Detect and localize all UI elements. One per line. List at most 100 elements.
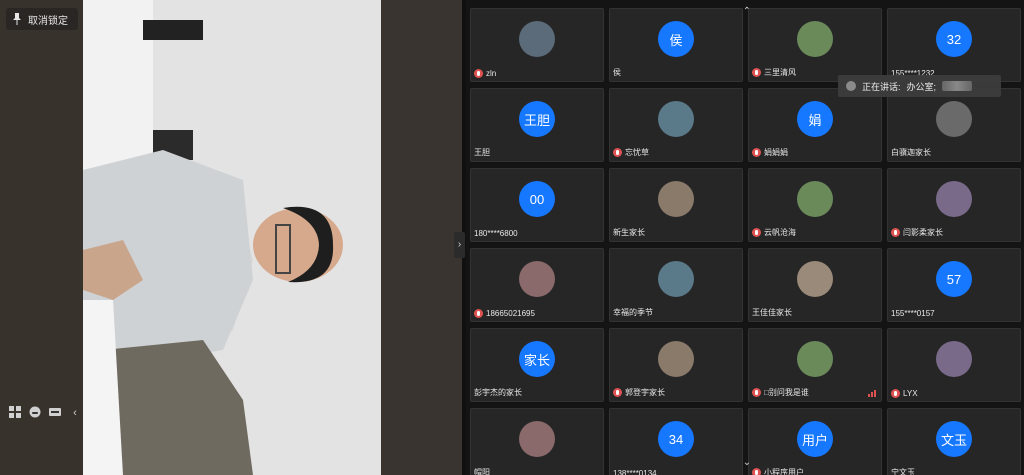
- participant-avatar: [936, 101, 972, 137]
- participant-name-row: 155****0157: [891, 309, 935, 318]
- participant-tile[interactable]: 32 155****1232: [887, 8, 1021, 82]
- scroll-down-icon[interactable]: ⌄: [738, 457, 756, 469]
- meeting-window: 取消锁定 ‹ › ⌃ zln 侯侯三里清风 32 155****1232 王胆 王胆 忘忧草…: [0, 0, 1024, 475]
- collapse-panel-button[interactable]: ›: [454, 232, 465, 258]
- participant-name-row: zln: [474, 69, 496, 78]
- participant-name: 闫影柔家长: [903, 228, 943, 237]
- mic-icon: [752, 388, 761, 397]
- participant-tile[interactable]: 用户小程序用户: [748, 408, 882, 475]
- speaking-indicator: 正在讲话: 办公室;: [838, 75, 1001, 97]
- pin-icon: [12, 13, 22, 25]
- participant-avatar: [519, 261, 555, 297]
- participant-name-row: 闫影柔家长: [891, 227, 943, 238]
- participant-tile[interactable]: 帽阳: [470, 408, 604, 475]
- participant-name: 王胆: [474, 148, 490, 157]
- participant-name: 宁文玉: [891, 468, 915, 475]
- participant-name-row: 180****6800: [474, 229, 518, 238]
- participant-gallery: ⌃ zln 侯侯三里清风 32 155****1232 王胆 王胆 忘忧草娟娟娟娟 白骥迦家长…: [466, 0, 1024, 475]
- participant-tile[interactable]: 34 138****0134: [609, 408, 743, 475]
- participant-name-row: 幸福的季节: [613, 307, 653, 318]
- participant-tile[interactable]: 郭登宇家长: [609, 328, 743, 402]
- participant-tile[interactable]: 18665021695: [470, 248, 604, 322]
- participant-tile[interactable]: □别问我是谁: [748, 328, 882, 402]
- participant-name-row: 彭宇杰的家长: [474, 387, 522, 398]
- participant-name: 忘忧草: [625, 148, 649, 157]
- participant-name: 180****6800: [474, 229, 518, 238]
- mic-icon: [752, 228, 761, 237]
- shared-video-pane: 取消锁定 ‹: [0, 0, 462, 475]
- speaking-name: 办公室;: [906, 81, 937, 92]
- participant-name: 郭登宇家长: [625, 388, 665, 397]
- participant-tile[interactable]: 00 180****6800: [470, 168, 604, 242]
- participant-tile[interactable]: 云帆沧海: [748, 168, 882, 242]
- mic-icon: [474, 309, 483, 318]
- blurred-name: [942, 81, 973, 91]
- participant-name-row: 新生家长: [613, 227, 645, 238]
- participant-avatar: [519, 21, 555, 57]
- participant-avatar: 王胆: [519, 101, 555, 137]
- participant-name: 新生家长: [613, 228, 645, 237]
- participant-avatar: [797, 21, 833, 57]
- participant-tile[interactable]: 新生家长: [609, 168, 743, 242]
- participant-tile[interactable]: 娟娟娟娟: [748, 88, 882, 162]
- participant-name-row: 王胆: [474, 147, 490, 158]
- participant-avatar: 34: [658, 421, 694, 457]
- participant-avatar: [797, 261, 833, 297]
- participant-tile[interactable]: 闫影柔家长: [887, 168, 1021, 242]
- participant-name: 娟娟娟: [764, 148, 788, 157]
- participant-tile[interactable]: 家长 彭宇杰的家长: [470, 328, 604, 402]
- participant-name: 侯: [613, 68, 621, 77]
- participant-name: 王佳佳家长: [752, 308, 792, 317]
- participant-name-row: 138****0134: [613, 469, 657, 475]
- participant-tile[interactable]: 忘忧草: [609, 88, 743, 162]
- speaker-video-image: [83, 0, 381, 475]
- grid-icon[interactable]: [8, 406, 22, 420]
- participant-name: 帽阳: [474, 468, 490, 475]
- mic-icon: [752, 148, 761, 157]
- chevron-left-icon[interactable]: ‹: [68, 406, 82, 420]
- emoji-icon[interactable]: [28, 406, 42, 420]
- participant-avatar: 侯: [658, 21, 694, 57]
- participant-tile[interactable]: 57 155****0157: [887, 248, 1021, 322]
- mic-icon: [752, 468, 761, 475]
- unlock-label: 取消锁定: [28, 15, 68, 27]
- participant-name-row: 忘忧草: [613, 147, 649, 158]
- participant-tile[interactable]: 王胆 王胆: [470, 88, 604, 162]
- participant-name-row: 娟娟娟: [752, 147, 788, 158]
- participant-tile[interactable]: 王佳佳家长: [748, 248, 882, 322]
- mic-icon: [891, 389, 900, 398]
- mic-icon: [613, 388, 622, 397]
- participant-name: 18665021695: [486, 309, 535, 318]
- participant-tile[interactable]: 文玉 宁文玉: [887, 408, 1021, 475]
- speaking-prefix: 正在讲话:: [862, 81, 901, 92]
- participant-tile[interactable]: zln: [470, 8, 604, 82]
- mic-icon: [474, 69, 483, 78]
- keyboard-icon[interactable]: [48, 406, 62, 420]
- participant-avatar: 00: [519, 181, 555, 217]
- participant-avatar: 用户: [797, 421, 833, 457]
- participant-tile[interactable]: LYX: [887, 328, 1021, 402]
- participant-avatar: [797, 341, 833, 377]
- participant-name-row: □别问我是谁: [752, 387, 809, 398]
- participant-tile[interactable]: 侯侯: [609, 8, 743, 82]
- unlock-button[interactable]: 取消锁定: [6, 8, 78, 30]
- participant-name: 小程序用户: [764, 468, 804, 475]
- participant-name-row: 郭登宇家长: [613, 387, 665, 398]
- participant-avatar: 57: [936, 261, 972, 297]
- participant-tile[interactable]: 幸福的季节: [609, 248, 743, 322]
- speaker-video[interactable]: [83, 0, 381, 475]
- left-toolbar: ‹: [8, 406, 82, 420]
- participant-avatar: [519, 421, 555, 457]
- mic-icon: [613, 148, 622, 157]
- mic-icon: [891, 228, 900, 237]
- participant-tile[interactable]: 白骥迦家长: [887, 88, 1021, 162]
- mic-icon: [752, 68, 761, 77]
- participant-avatar: [658, 261, 694, 297]
- participant-avatar: [797, 181, 833, 217]
- participant-name: 白骥迦家长: [891, 148, 931, 157]
- participant-avatar: [936, 181, 972, 217]
- participant-name: 138****0134: [613, 469, 657, 475]
- participant-tile[interactable]: 三里清风: [748, 8, 882, 82]
- participant-name-row: 宁文玉: [891, 467, 915, 475]
- video-right-bar: [381, 0, 462, 475]
